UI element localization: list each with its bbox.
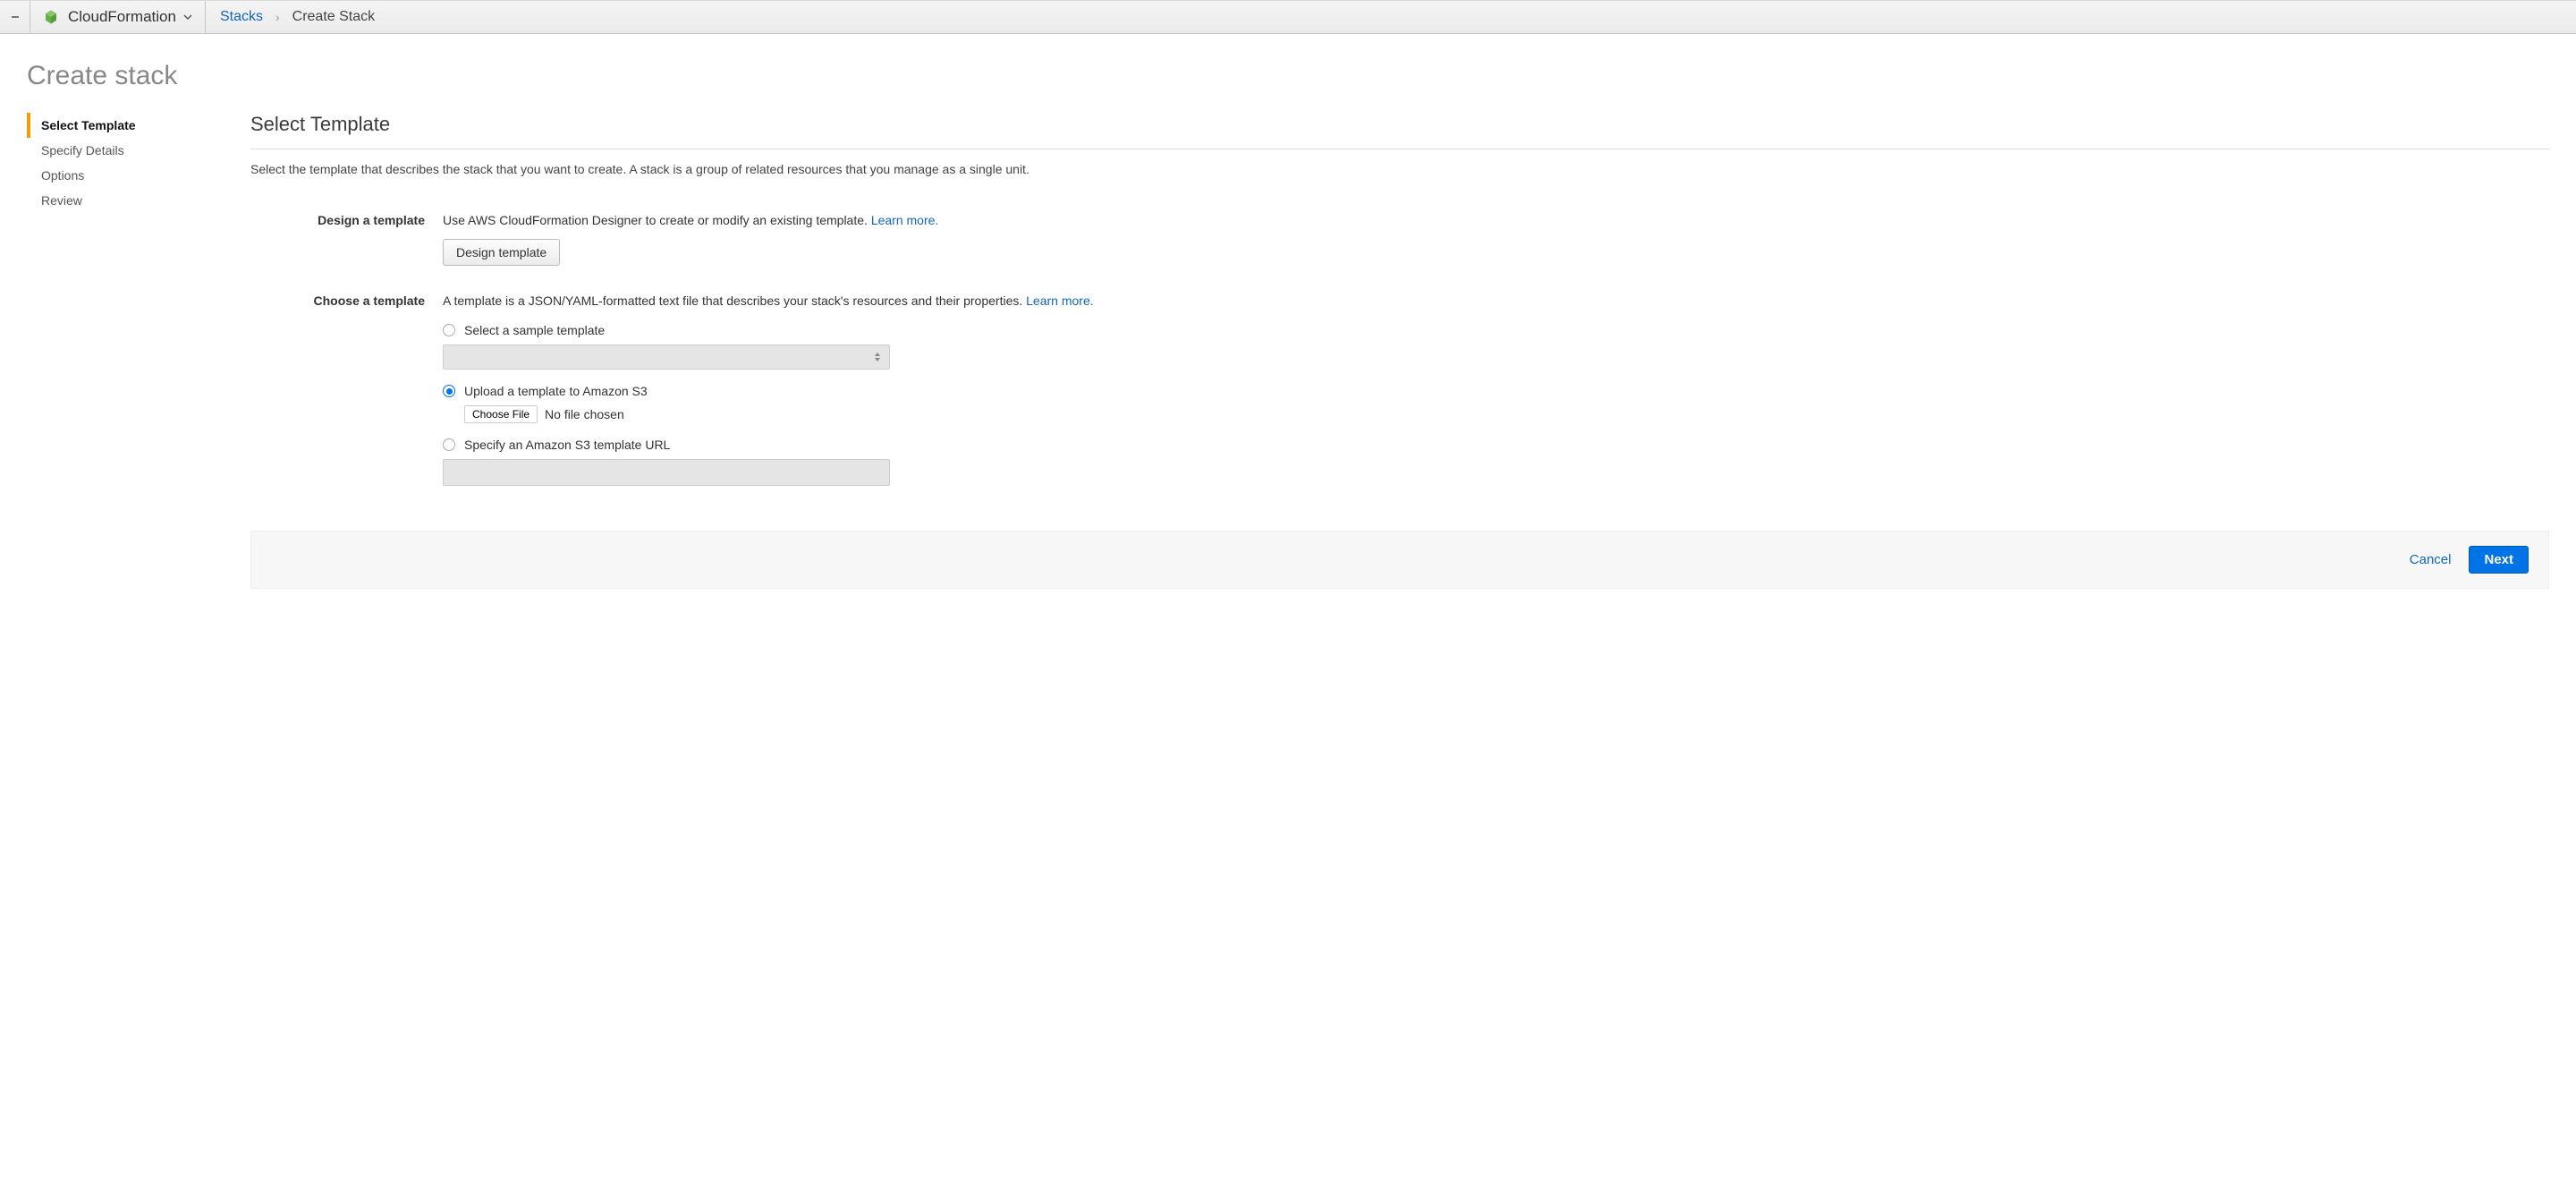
chevron-down-icon [183, 13, 192, 21]
section-description: Select the template that describes the s… [250, 162, 2549, 176]
text-design-template: Use AWS CloudFormation Designer to creat… [443, 213, 871, 227]
step-select-template[interactable]: Select Template [27, 113, 250, 138]
radio-upload-s3[interactable] [443, 385, 455, 397]
design-template-button[interactable]: Design template [443, 239, 560, 266]
step-options[interactable]: Options [27, 163, 250, 188]
link-design-learn-more[interactable]: Learn more. [871, 213, 938, 227]
service-name: CloudFormation [68, 8, 176, 26]
sample-template-select[interactable] [443, 344, 890, 370]
file-status: No file chosen [545, 407, 624, 421]
text-choose-template: A template is a JSON/YAML-formatted text… [443, 293, 1026, 308]
file-chooser-row: Choose File No file chosen [464, 405, 1176, 423]
step-specify-details[interactable]: Specify Details [27, 138, 250, 163]
radio-sample-template[interactable] [443, 324, 455, 336]
radio-specify-url[interactable] [443, 438, 455, 451]
topbar: CloudFormation Stacks › Create Stack [0, 0, 2576, 34]
label-design-template: Design a template [250, 212, 443, 227]
breadcrumb: Stacks › Create Stack [206, 9, 389, 25]
row-design-template: Design a template Use AWS CloudFormation… [250, 212, 2549, 266]
cloudformation-icon [43, 9, 59, 25]
breadcrumb-separator: › [275, 10, 280, 24]
option-sample-template[interactable]: Select a sample template [443, 323, 1176, 337]
radio-label-url: Specify an Amazon S3 template URL [464, 438, 670, 452]
radio-label-upload: Upload a template to Amazon S3 [464, 384, 648, 398]
row-choose-template: Choose a template A template is a JSON/Y… [250, 293, 2549, 486]
radio-label-sample: Select a sample template [464, 323, 605, 337]
option-upload-s3[interactable]: Upload a template to Amazon S3 [443, 384, 1176, 398]
breadcrumb-link-stacks[interactable]: Stacks [220, 9, 263, 25]
service-selector[interactable]: CloudFormation [30, 1, 206, 33]
select-caret-icon [871, 349, 884, 365]
wizard-footer: Cancel Next [250, 531, 2549, 589]
breadcrumb-current: Create Stack [292, 9, 375, 25]
cancel-button[interactable]: Cancel [2410, 552, 2452, 567]
s3-url-input[interactable] [443, 459, 890, 486]
aws-menu-toggle[interactable] [0, 1, 30, 33]
choose-file-button[interactable]: Choose File [464, 405, 538, 423]
link-choose-learn-more[interactable]: Learn more. [1026, 293, 1093, 308]
next-button[interactable]: Next [2469, 546, 2529, 574]
page-body: Create stack Select Template Specify Det… [0, 34, 2576, 625]
page-title: Create stack [27, 61, 2549, 91]
wizard-steps: Select Template Specify Details Options … [27, 113, 250, 213]
step-review[interactable]: Review [27, 188, 250, 213]
section-title: Select Template [250, 113, 2549, 136]
option-specify-url[interactable]: Specify an Amazon S3 template URL [443, 438, 1176, 452]
label-choose-template: Choose a template [250, 293, 443, 308]
main-panel: Select Template Select the template that… [250, 113, 2549, 589]
